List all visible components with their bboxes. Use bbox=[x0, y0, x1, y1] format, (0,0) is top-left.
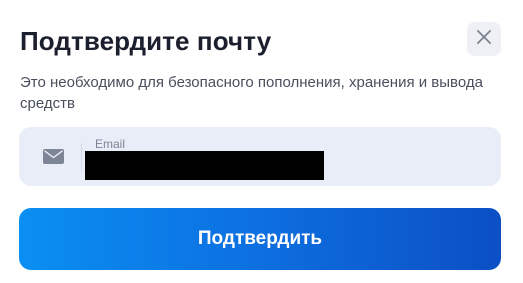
confirm-button[interactable]: Подтвердить bbox=[19, 208, 501, 270]
email-field[interactable]: Email bbox=[19, 127, 501, 186]
field-divider bbox=[81, 143, 82, 171]
dialog-title: Подтвердите почту bbox=[20, 26, 272, 56]
mail-icon bbox=[43, 149, 64, 164]
close-button[interactable] bbox=[467, 22, 501, 56]
dialog-subtitle: Это необходимо для безопасного пополнени… bbox=[20, 74, 483, 112]
email-label: Email bbox=[95, 137, 126, 151]
confirm-email-dialog: Подтвердите почту Это необходимо для без… bbox=[0, 0, 523, 283]
email-value-redacted[interactable] bbox=[85, 151, 324, 180]
close-icon bbox=[477, 29, 491, 49]
